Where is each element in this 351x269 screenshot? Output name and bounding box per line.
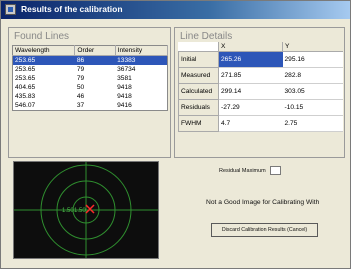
line-details-title: Line Details <box>180 31 233 42</box>
row-label: Measured <box>178 67 219 84</box>
cell-wavelength: 253.65 <box>15 66 36 73</box>
cell-x: -27.29 <box>218 99 283 116</box>
cell-order: 79 <box>76 66 85 73</box>
table-row[interactable]: 404.65 50 9418 <box>13 83 168 92</box>
table-row[interactable]: 435.83 46 9418 <box>13 92 168 101</box>
target-label-left: 1.50 <box>62 208 74 214</box>
cell-y: -10.15 <box>282 99 343 116</box>
target-svg: 1.50 1.50 <box>14 162 158 258</box>
found-lines-table: Wavelength Order Intensity 253.65 86 133… <box>12 45 169 111</box>
table-row[interactable]: 253.65 79 36734 <box>13 65 168 74</box>
discard-calibration-button[interactable]: Discard Calibration Results (Cancel) <box>211 223 318 237</box>
calibration-results-window: Results of the calibration Found Lines W… <box>0 0 351 269</box>
cell-intensity: 9416 <box>117 102 132 109</box>
cell-wavelength: 253.65 <box>15 75 36 82</box>
column-header-y: Y <box>282 42 343 52</box>
cell-wavelength: 435.83 <box>15 93 36 100</box>
cell-order: 50 <box>76 84 85 91</box>
app-icon <box>5 4 16 15</box>
cell-x: 299.14 <box>218 83 283 100</box>
cell-wavelength: 253.65 <box>12 55 75 65</box>
column-header-order[interactable]: Order <box>74 45 116 56</box>
cell-intensity: 9418 <box>117 93 132 100</box>
column-header-wavelength[interactable]: Wavelength <box>12 45 76 56</box>
found-lines-title: Found Lines <box>14 31 70 42</box>
cell-intensity: 36734 <box>117 66 136 73</box>
detail-row-fwhm[interactable]: FWHM 4.7 2.75 <box>178 115 343 132</box>
cell-intensity: 3581 <box>117 75 132 82</box>
line-details-table: X Y Initial 265.26 295.16 Measured 271.8… <box>178 42 343 132</box>
table-row[interactable]: 546.07 37 9416 <box>13 101 168 111</box>
line-details-panel: Line Details X Y Initial 265.26 295.16 M… <box>174 27 345 158</box>
column-header-intensity[interactable]: Intensity <box>115 45 169 56</box>
window-title: Results of the calibration <box>21 4 123 14</box>
cell-wavelength: 404.65 <box>15 84 36 91</box>
cell-y: 282.8 <box>282 67 343 84</box>
row-label: Initial <box>178 51 219 68</box>
column-header-x: X <box>218 42 283 52</box>
residual-maximum-label: Residual Maximum <box>219 168 266 174</box>
calibration-target-view: 1.50 1.50 <box>13 161 159 259</box>
cell-y: 2.75 <box>282 115 343 132</box>
cell-order: 37 <box>76 102 85 109</box>
residual-maximum-input[interactable] <box>270 166 281 175</box>
found-lines-panel: Found Lines Wavelength Order Intensity 2… <box>8 27 171 158</box>
row-label: Residuals <box>178 99 219 116</box>
table-row[interactable]: 253.65 86 13383 <box>12 55 168 65</box>
detail-row-calculated[interactable]: Calculated 299.14 303.05 <box>178 83 343 100</box>
cell-wavelength: 546.07 <box>15 102 36 109</box>
corner-cell <box>179 42 219 52</box>
cell-order: 46 <box>76 93 85 100</box>
detail-row-initial[interactable]: Initial 265.26 295.16 <box>178 51 343 68</box>
cell-order: 79 <box>76 75 85 82</box>
status-message: Not a Good Image for Calibrating With <box>206 199 320 206</box>
title-bar[interactable]: Results of the calibration <box>1 1 350 19</box>
cell-intensity: 9418 <box>117 84 132 91</box>
target-label-right: 1.50 <box>74 208 86 214</box>
table-row[interactable]: 253.65 79 3581 <box>13 74 168 83</box>
row-label: FWHM <box>178 115 219 132</box>
detail-row-measured[interactable]: Measured 271.85 282.8 <box>178 67 343 84</box>
detail-row-residuals[interactable]: Residuals -27.29 -10.15 <box>178 99 343 116</box>
cell-x: 271.85 <box>218 67 283 84</box>
cell-x: 265.26 <box>218 51 283 68</box>
cell-order: 86 <box>74 55 116 65</box>
cell-intensity: 13383 <box>115 55 168 65</box>
cell-y: 295.16 <box>282 51 343 68</box>
cell-x: 4.7 <box>218 115 283 132</box>
row-label: Calculated <box>178 83 219 100</box>
cell-y: 303.05 <box>282 83 343 100</box>
